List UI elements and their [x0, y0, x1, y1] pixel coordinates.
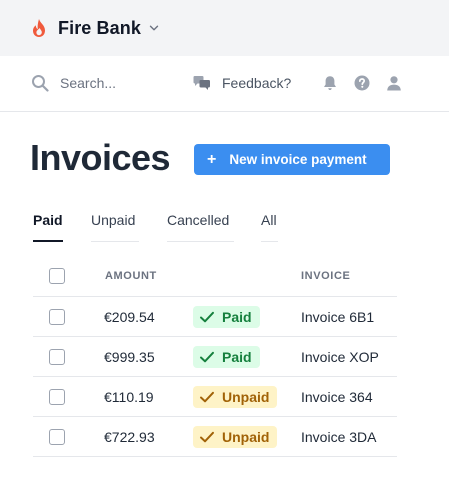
amount-column-header: AMOUNT	[105, 270, 157, 282]
select-all-checkbox[interactable]	[49, 268, 65, 284]
table-row[interactable]: €110.19 Unpaid Invoice 364	[33, 377, 397, 417]
check-icon	[200, 311, 214, 323]
plus-icon: +	[207, 150, 217, 168]
amount-cell: €110.19	[104, 389, 154, 405]
status-badge: Unpaid	[193, 386, 278, 408]
user-icon[interactable]	[386, 75, 402, 91]
row-checkbox[interactable]	[49, 429, 65, 445]
row-checkbox[interactable]	[49, 309, 65, 325]
table-row[interactable]: €999.35 Paid Invoice XOP	[33, 337, 397, 377]
bell-icon[interactable]	[322, 75, 338, 91]
feedback-icon	[193, 76, 210, 90]
new-invoice-payment-button[interactable]: + New invoice payment	[194, 144, 390, 175]
row-checkbox[interactable]	[49, 389, 65, 405]
status-badge: Paid	[193, 346, 260, 368]
check-icon	[200, 431, 214, 443]
tab-paid[interactable]: Paid	[33, 210, 63, 242]
feedback-label: Feedback?	[222, 75, 292, 91]
page-title: Invoices	[30, 137, 171, 178]
table-row[interactable]: €722.93 Unpaid Invoice 3DA	[33, 417, 397, 457]
status-label: Unpaid	[222, 389, 270, 405]
status-label: Unpaid	[222, 429, 270, 445]
status-badge: Unpaid	[193, 426, 278, 448]
invoices-table: AMOUNT INVOICE €209.54 Paid Invoice 6B1 €99…	[33, 256, 397, 457]
invoice-cell: Invoice 364	[301, 389, 373, 405]
help-icon[interactable]	[354, 75, 370, 91]
check-icon	[200, 391, 214, 403]
status-label: Paid	[222, 309, 252, 325]
amount-cell: €722.93	[104, 429, 155, 445]
search-icon	[32, 75, 49, 92]
invoice-cell: Invoice 6B1	[301, 309, 375, 325]
org-switcher[interactable]: Fire Bank	[30, 16, 159, 40]
tab-label: Cancelled	[167, 212, 230, 228]
status-badge: Paid	[193, 306, 260, 328]
tab-all[interactable]: All	[261, 210, 278, 242]
tab-unpaid[interactable]: Unpaid	[91, 210, 139, 242]
amount-cell: €209.54	[104, 309, 155, 325]
feedback-button[interactable]: Feedback?	[193, 72, 291, 94]
top-bar: Fire Bank	[0, 0, 449, 56]
invoice-cell: Invoice XOP	[301, 349, 379, 365]
tab-cancelled[interactable]: Cancelled	[167, 210, 234, 242]
search-input[interactable]	[60, 72, 180, 94]
chevron-down-icon	[149, 25, 159, 31]
header-bar: Feedback?	[0, 56, 449, 112]
tab-label: Paid	[33, 212, 63, 228]
invoice-cell: Invoice 3DA	[301, 429, 377, 445]
new-invoice-payment-label: New invoice payment	[229, 152, 367, 167]
flame-icon	[33, 19, 45, 37]
row-checkbox[interactable]	[49, 349, 65, 365]
tab-label: Unpaid	[91, 212, 136, 228]
status-label: Paid	[222, 349, 252, 365]
tab-label: All	[261, 212, 277, 228]
table-row[interactable]: €209.54 Paid Invoice 6B1	[33, 297, 397, 337]
table-body: €209.54 Paid Invoice 6B1 €999.35 Paid Invoice…	[33, 297, 397, 457]
invoice-column-header: INVOICE	[301, 270, 351, 282]
org-name: Fire Bank	[58, 17, 141, 38]
amount-cell: €999.35	[104, 349, 155, 365]
check-icon	[200, 351, 214, 363]
table-header: AMOUNT INVOICE	[33, 256, 397, 297]
